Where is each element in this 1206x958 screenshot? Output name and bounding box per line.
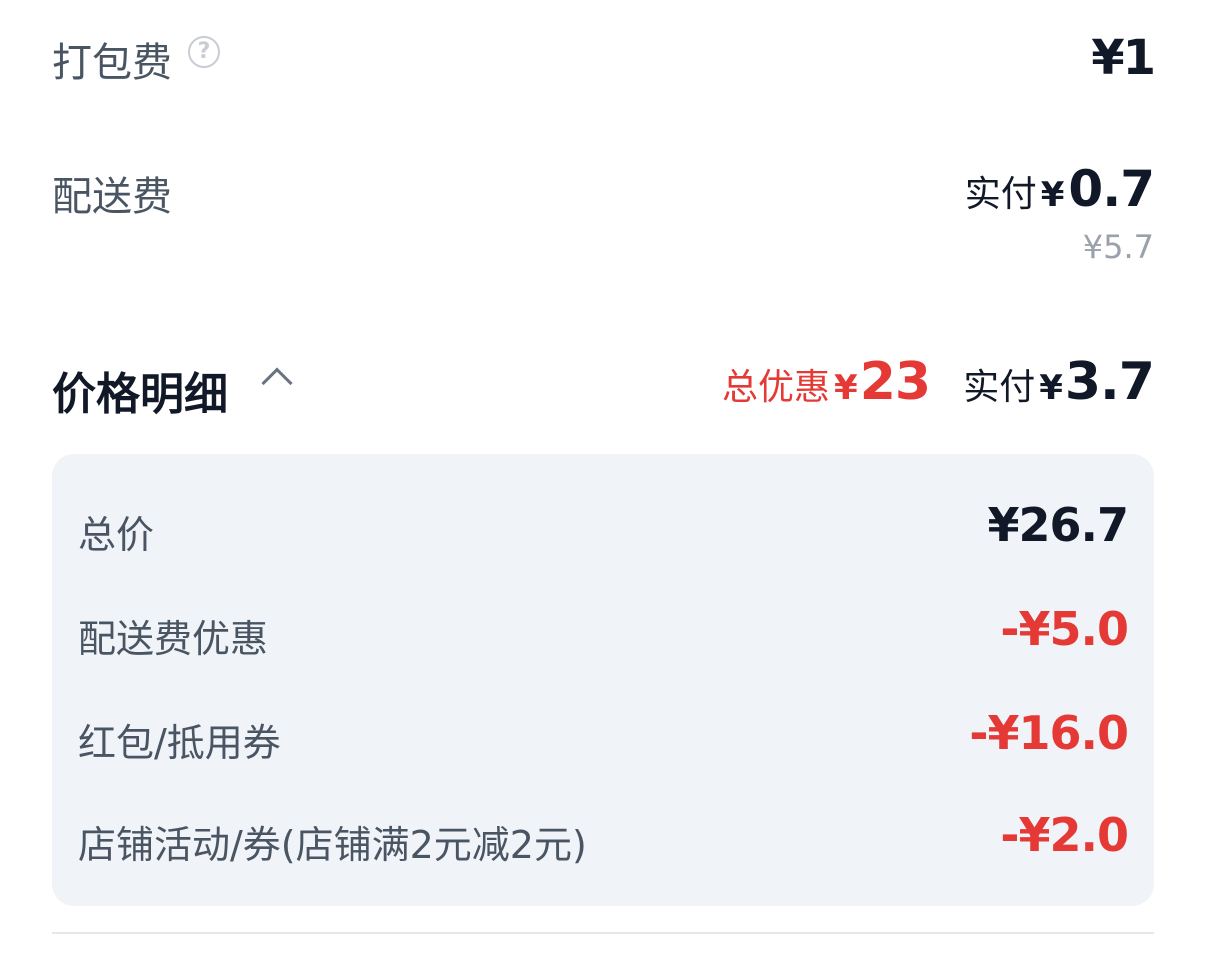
question-circle-icon[interactable]: ? — [188, 36, 220, 68]
packing-fee-label: 打包费 — [52, 40, 172, 86]
delivery-paid-value: 0.7 — [1068, 160, 1155, 218]
delivery-fee-label: 配送费 — [52, 174, 172, 220]
price-detail-summary: 总优惠 ¥23 实付 ¥3.7 — [722, 352, 1155, 412]
delivery-paid-currency: ¥ — [1040, 175, 1065, 215]
delivery-fee-original-price: ¥5.7 — [1082, 228, 1154, 266]
order-price-section: 打包费 ? ¥1 配送费 实付 ¥0.7 ¥5.7 价格明细 总优惠 ¥23 实付 ¥… — [0, 0, 1206, 958]
detail-row-total: 总价 ¥26.7 — [78, 498, 1129, 558]
delivery-paid-prefix: 实付 — [964, 174, 1037, 215]
detail-amount: -¥5.0 — [1000, 602, 1129, 656]
total-discount-value: 23 — [859, 352, 931, 412]
detail-row-store-promo: 店铺活动/券(店铺满2元减2元) -¥2.0 — [78, 808, 1129, 868]
detail-row-coupon: 红包/抵用券 -¥16.0 — [78, 706, 1129, 766]
total-paid-value: 3.7 — [1064, 352, 1155, 412]
total-discount-currency: ¥ — [834, 368, 858, 408]
packing-fee-amount: ¥1 — [1091, 30, 1156, 86]
detail-amount: -¥16.0 — [969, 706, 1129, 760]
total-paid-currency: ¥ — [1039, 368, 1063, 408]
delivery-fee-paid: 实付 ¥0.7 — [964, 160, 1155, 218]
chevron-up-icon[interactable] — [261, 367, 293, 399]
price-detail-header[interactable]: 价格明细 总优惠 ¥23 实付 ¥3.7 — [52, 352, 1155, 422]
detail-label: 总价 — [78, 513, 155, 557]
detail-amount: -¥2.0 — [1000, 808, 1129, 862]
detail-row-delivery-discount: 配送费优惠 -¥5.0 — [78, 602, 1129, 662]
detail-label: 店铺活动/券(店铺满2元减2元) — [78, 823, 587, 867]
detail-label: 红包/抵用券 — [78, 721, 281, 765]
total-paid-prefix: 实付 — [963, 367, 1036, 408]
total-discount-prefix: 总优惠 — [722, 367, 831, 408]
packing-fee-row: 打包费 ? ¥1 — [52, 30, 1156, 90]
delivery-fee-row: 配送费 实付 ¥0.7 ¥5.7 — [52, 160, 1155, 270]
detail-amount: ¥26.7 — [987, 498, 1129, 552]
divider — [52, 932, 1154, 934]
price-detail-panel: 总价 ¥26.7 配送费优惠 -¥5.0 红包/抵用券 -¥16.0 店铺活动/… — [52, 454, 1154, 906]
price-detail-title[interactable]: 价格明细 — [52, 358, 228, 422]
detail-label: 配送费优惠 — [78, 617, 269, 661]
